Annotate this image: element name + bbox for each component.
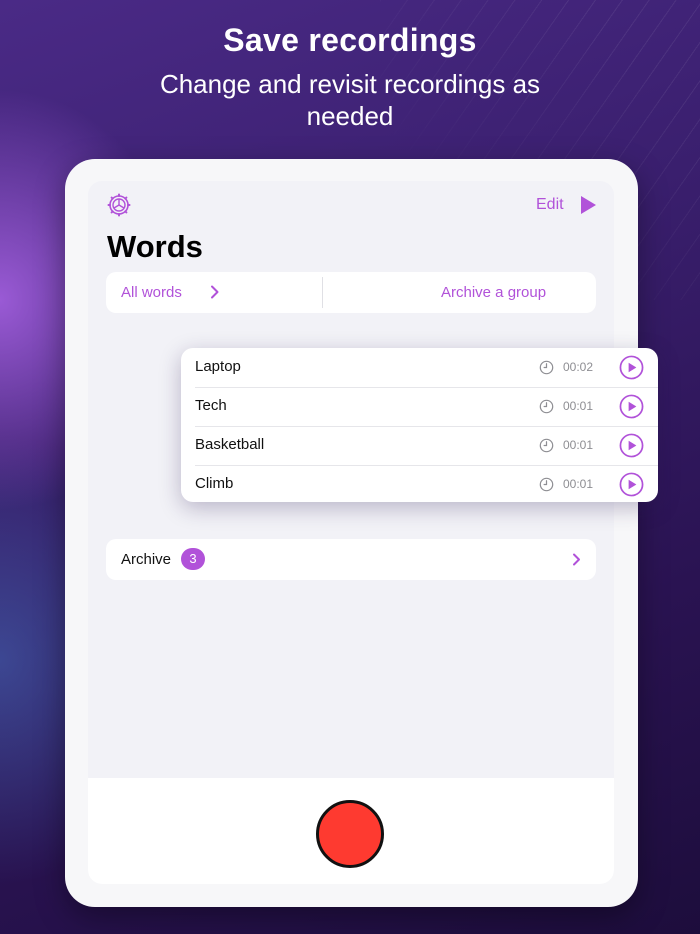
word-name: Laptop [195, 358, 241, 375]
play-circle-icon[interactable] [619, 355, 644, 380]
clock-icon [539, 360, 554, 375]
clock-icon [539, 399, 554, 414]
chevron-right-icon [573, 553, 580, 566]
list-item[interactable]: Tech 00:01 [181, 387, 658, 426]
word-duration: 00:01 [563, 438, 594, 452]
list-item[interactable]: Climb 00:01 [181, 465, 658, 504]
segment-control: All words Archive a group [106, 272, 596, 313]
gear-icon[interactable] [107, 193, 131, 217]
row-divider [195, 387, 658, 388]
chevron-right-icon [211, 285, 219, 299]
word-duration: 00:01 [563, 399, 594, 413]
list-item[interactable]: Laptop 00:02 [181, 348, 658, 387]
record-button[interactable] [316, 800, 384, 868]
play-circle-icon[interactable] [619, 433, 644, 458]
tablet-frame: Edit Words All words Archive a group Arc… [65, 159, 638, 907]
promo-headline: Save recordings [223, 22, 477, 58]
archive-label: Archive [121, 551, 172, 568]
clock-icon [539, 438, 554, 453]
clock-icon [539, 477, 554, 492]
all-words-label: All words [121, 284, 182, 301]
word-name: Climb [195, 475, 234, 492]
word-duration: 00:01 [563, 477, 594, 491]
edit-button[interactable]: Edit [536, 196, 564, 214]
app-screen: Edit Words All words Archive a group Arc… [88, 181, 614, 884]
archive-group-label: Archive a group [441, 284, 547, 301]
word-list-popup: Laptop 00:02 Tech 00:01 Basketball 00:01… [181, 348, 658, 502]
word-duration: 00:02 [563, 360, 594, 374]
play-triangle-icon[interactable] [579, 195, 597, 215]
play-circle-icon[interactable] [619, 472, 644, 497]
play-circle-icon[interactable] [619, 394, 644, 419]
all-words-button[interactable]: All words [106, 272, 322, 313]
archive-group-button[interactable]: Archive a group [323, 272, 596, 313]
page-title: Words [107, 229, 203, 264]
list-item[interactable]: Basketball 00:01 [181, 426, 658, 465]
word-name: Tech [195, 397, 227, 414]
promo-subline: Change and revisit recordings as needed [159, 69, 541, 131]
archive-row[interactable]: Archive 3 [106, 539, 596, 580]
row-divider [195, 465, 658, 466]
bottom-toolbar [88, 778, 614, 884]
row-divider [195, 426, 658, 427]
word-name: Basketball [195, 436, 265, 453]
archive-count-badge: 3 [181, 548, 205, 570]
